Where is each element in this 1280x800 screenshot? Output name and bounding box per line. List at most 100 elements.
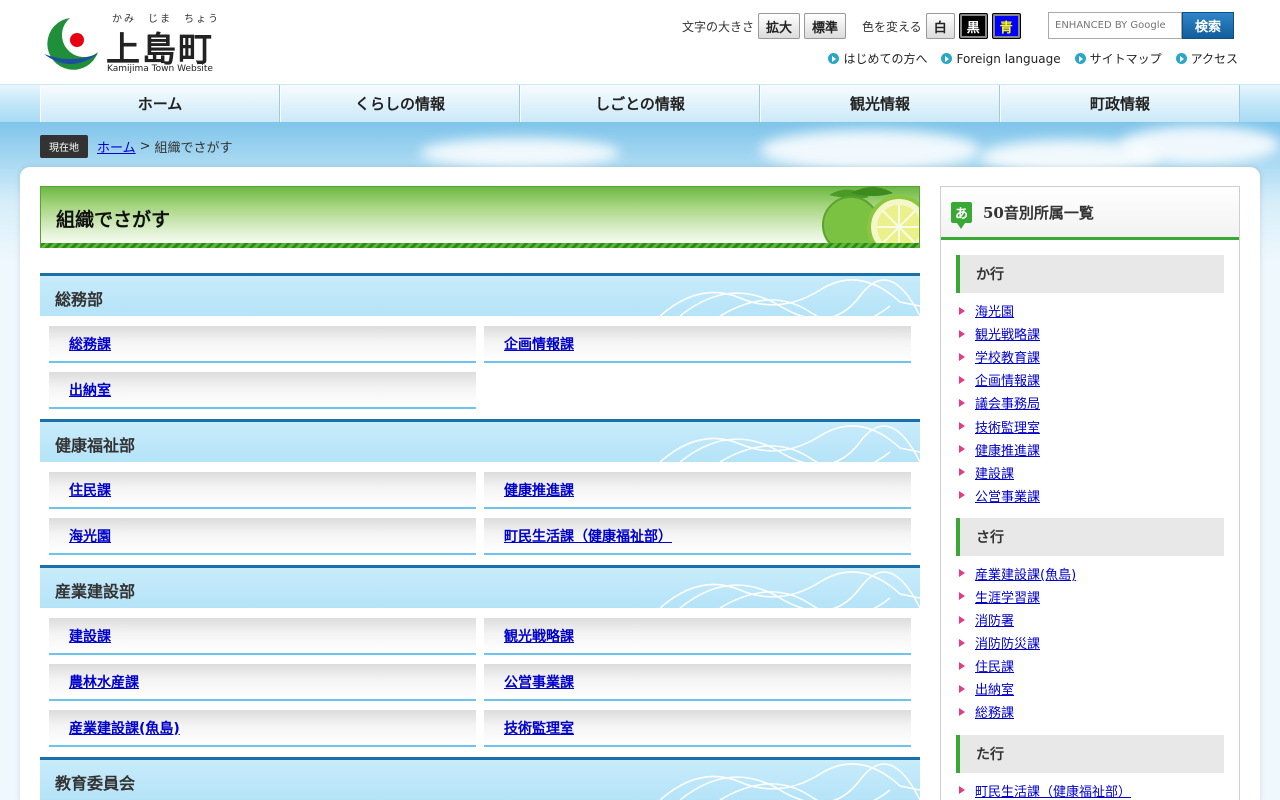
kana-section-link[interactable]: 公営事業課: [975, 486, 1040, 505]
page-title: 組織でさがす: [56, 209, 171, 231]
section-link-card[interactable]: 健康推進課: [484, 472, 911, 509]
kana-directory-header: あ 50音別所属一覧: [941, 187, 1239, 240]
list-item: 消防署: [956, 608, 1224, 631]
department-header: 健康福祉部: [40, 419, 920, 462]
section-link-card[interactable]: 公営事業課: [484, 664, 911, 701]
section-link-card[interactable]: 建設課: [49, 618, 476, 655]
section-link[interactable]: 健康推進課: [504, 480, 574, 500]
kana-section-link[interactable]: 学校教育課: [975, 347, 1040, 366]
section-link[interactable]: 町民生活課（健康福祉部）: [504, 526, 672, 546]
link-foreign-language[interactable]: Foreign language: [941, 50, 1061, 67]
kana-section-link[interactable]: 産業建設課(魚島): [975, 564, 1076, 583]
department-header: 総務部: [40, 273, 920, 316]
section-link[interactable]: 建設課: [69, 626, 111, 646]
nav-living-info[interactable]: くらしの情報: [280, 85, 520, 122]
search-button[interactable]: 検索: [1182, 12, 1234, 39]
breadcrumb-current: 組織でさがす: [154, 141, 233, 156]
breadcrumb: 現在地 ホーム > 組織でさがす: [40, 135, 233, 158]
kana-directory: あ 50音別所属一覧 か行海光園観光戦略課学校教育課企画情報課議会事務局技術監理…: [940, 186, 1240, 800]
section-link-card[interactable]: 住民課: [49, 472, 476, 509]
section-link[interactable]: 住民課: [69, 480, 111, 500]
bullet-triangle-icon: [959, 445, 965, 454]
kana-group: た行 町民生活課（健康福祉部）: [941, 734, 1239, 800]
kana-group-list: 産業建設課(魚島) 生涯学習課消防署消防防災課住民課出納室総務課: [956, 556, 1224, 724]
wave-decoration-icon: [660, 425, 920, 462]
kana-group-header: か行: [956, 255, 1224, 293]
wave-decoration-icon: [660, 279, 920, 316]
list-item: 産業建設課(魚島): [956, 562, 1224, 585]
color-blue-button[interactable]: 青: [991, 13, 1021, 39]
department-header: 産業建設部: [40, 565, 920, 608]
section-link-card[interactable]: 産業建設課(魚島): [49, 710, 476, 747]
nav-town-admin[interactable]: 町政情報: [1000, 85, 1240, 122]
wave-decoration-icon: [660, 571, 920, 608]
list-item: 学校教育課: [956, 345, 1224, 368]
site-search: 検索: [1048, 12, 1234, 39]
section-link-card[interactable]: 町民生活課（健康福祉部）: [484, 518, 911, 555]
kana-section-link[interactable]: 企画情報課: [975, 370, 1040, 389]
kana-section-link[interactable]: 健康推進課: [975, 440, 1040, 459]
section-link[interactable]: 観光戦略課: [504, 626, 574, 646]
kana-section-link[interactable]: 観光戦略課: [975, 324, 1040, 343]
nav-tourism-info[interactable]: 観光情報: [760, 85, 1000, 122]
section-link-card[interactable]: 農林水産課: [49, 664, 476, 701]
department-block: 健康福祉部住民課 健康推進課海光園 町民生活課（健康福祉部）: [40, 419, 920, 565]
section-link-card[interactable]: 海光園: [49, 518, 476, 555]
section-link[interactable]: 公営事業課: [504, 672, 574, 692]
bullet-triangle-icon: [959, 569, 965, 578]
section-link[interactable]: 農林水産課: [69, 672, 139, 692]
department-block: 教育委員会: [40, 757, 920, 800]
list-item: 生涯学習課: [956, 585, 1224, 608]
section-link[interactable]: 総務課: [69, 334, 111, 354]
list-item: 消防防災課: [956, 631, 1224, 654]
site-logo[interactable]: かみ じま ちょう 上島町 Kamijima Town Website: [40, 10, 230, 76]
section-link-card[interactable]: 総務課: [49, 326, 476, 363]
arrow-circle-icon: [1074, 53, 1086, 64]
kana-section-link[interactable]: 生涯学習課: [975, 587, 1040, 606]
font-standard-button[interactable]: 標準: [804, 13, 847, 39]
kana-section-link[interactable]: 出納室: [975, 679, 1014, 698]
kana-section-link[interactable]: 消防防災課: [975, 633, 1040, 652]
section-link-card[interactable]: 企画情報課: [484, 326, 911, 363]
town-emblem-icon: [44, 18, 98, 70]
nav-home[interactable]: ホーム: [40, 85, 280, 122]
color-white-button[interactable]: 白: [925, 13, 955, 39]
color-black-button[interactable]: 黒: [958, 13, 988, 39]
arrow-circle-icon: [1175, 53, 1187, 64]
logo-subtitle: Kamijima Town Website: [107, 64, 213, 74]
search-input[interactable]: [1048, 12, 1182, 39]
kana-section-link[interactable]: 議会事務局: [975, 393, 1040, 412]
arrow-circle-icon: [828, 53, 840, 64]
breadcrumb-badge: 現在地: [40, 135, 88, 158]
kana-group-list: 町民生活課（健康福祉部）: [956, 773, 1224, 800]
kana-section-link[interactable]: 町民生活課（健康福祉部）: [975, 781, 1131, 800]
section-link[interactable]: 産業建設課(魚島): [69, 718, 180, 738]
kana-section-link[interactable]: 技術監理室: [975, 417, 1040, 436]
breadcrumb-separator: >: [139, 139, 151, 154]
kana-section-link[interactable]: 住民課: [975, 656, 1014, 675]
link-access[interactable]: アクセス: [1175, 50, 1238, 67]
section-link-card[interactable]: 技術監理室: [484, 710, 911, 747]
bullet-triangle-icon: [959, 468, 965, 477]
link-sitemap[interactable]: サイトマップ: [1074, 50, 1162, 67]
font-enlarge-button[interactable]: 拡大: [758, 13, 801, 39]
kana-group: か行海光園観光戦略課学校教育課企画情報課議会事務局技術監理室健康推進課建設課公営…: [941, 255, 1239, 507]
breadcrumb-home-link[interactable]: ホーム: [97, 137, 136, 156]
kana-section-link[interactable]: 消防署: [975, 610, 1014, 629]
section-link[interactable]: 出納室: [69, 380, 111, 400]
font-size-label: 文字の大きさ: [682, 19, 755, 34]
bullet-triangle-icon: [959, 375, 965, 384]
list-item: 海光園: [956, 299, 1224, 322]
kana-section-link[interactable]: 建設課: [975, 463, 1014, 482]
section-link-card[interactable]: 出納室: [49, 372, 476, 409]
section-link[interactable]: 企画情報課: [504, 334, 574, 354]
kana-section-link[interactable]: 総務課: [975, 702, 1014, 721]
kana-section-link[interactable]: 海光園: [975, 301, 1014, 320]
bullet-triangle-icon: [959, 592, 965, 601]
link-first-visit[interactable]: はじめての方へ: [828, 50, 927, 67]
section-link[interactable]: 海光園: [69, 526, 111, 546]
section-link-card[interactable]: 観光戦略課: [484, 618, 911, 655]
list-item: 健康推進課: [956, 438, 1224, 461]
section-link[interactable]: 技術監理室: [504, 718, 574, 738]
nav-business-info[interactable]: しごとの情報: [520, 85, 760, 122]
